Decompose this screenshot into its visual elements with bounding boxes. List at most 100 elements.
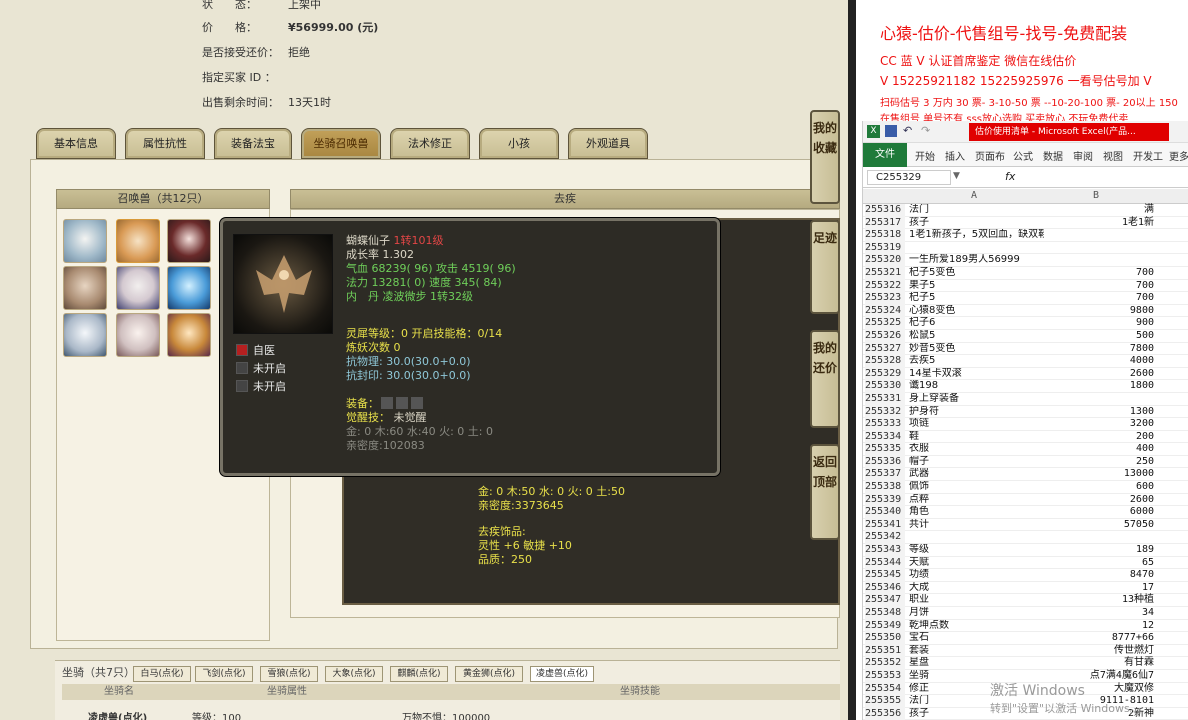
cell-a[interactable]: 谶198: [909, 380, 1044, 393]
sheet-row[interactable]: 255320 一生所爱189男人56999: [863, 254, 1188, 267]
cell-a[interactable]: 月饼: [909, 607, 1044, 620]
fx-icon[interactable]: fx: [1005, 170, 1015, 183]
sheet-row[interactable]: 255337 武器 13000: [863, 468, 1188, 482]
sheet-row[interactable]: 255344 天赋 65: [863, 556, 1188, 570]
tab-spells[interactable]: 法术修正: [390, 128, 470, 159]
sheet-row[interactable]: 255326 松鼠5 500: [863, 329, 1188, 343]
cell-b[interactable]: 57050: [1044, 519, 1154, 532]
cell-b[interactable]: 700: [1044, 267, 1154, 280]
sheet-row[interactable]: 255346 大成 17: [863, 581, 1188, 595]
menu-data[interactable]: 数据: [1043, 148, 1063, 163]
cell-a[interactable]: 心猿8变色: [909, 305, 1044, 318]
sheet-row[interactable]: 255350 宝石 8777+66: [863, 632, 1188, 645]
mount-tab[interactable]: 飞剑(点化): [195, 666, 253, 682]
sheet-row[interactable]: 255317 孩子 1老1新: [863, 216, 1188, 230]
sheet-row[interactable]: 255329 14星卡双滚 2600: [863, 367, 1188, 381]
cell-b[interactable]: 250: [1044, 456, 1154, 469]
cell-b[interactable]: 65: [1044, 557, 1154, 570]
cell-a[interactable]: 衣服: [909, 443, 1044, 456]
sheet-row[interactable]: 255338 佩饰 600: [863, 481, 1188, 494]
menu-formula[interactable]: 公式: [1013, 148, 1033, 163]
mount-tab[interactable]: 黄金狮(点化): [455, 666, 523, 682]
mount-tab-active[interactable]: 凌虚兽(点化): [530, 666, 594, 682]
cell-b[interactable]: 8470: [1044, 569, 1154, 582]
sheet-row[interactable]: 255316 法门满: [863, 204, 1188, 217]
tab-basic-info[interactable]: 基本信息: [36, 128, 116, 159]
cell-a[interactable]: 一生所爱189男人56999: [909, 254, 1044, 267]
cell-a[interactable]: 杞子5变色: [909, 267, 1044, 280]
cell-b[interactable]: 1老1新: [1044, 217, 1154, 230]
sheet-row[interactable]: 255339 点粹 2600: [863, 493, 1188, 507]
tab-equipment[interactable]: 装备法宝: [214, 128, 292, 159]
sheet-row[interactable]: 255334 鞋 200: [863, 430, 1188, 444]
cell-a[interactable]: 松鼠5: [909, 330, 1044, 343]
my-favorites-button[interactable]: 我的收藏: [810, 110, 840, 204]
tab-mounts-summons[interactable]: 坐骑召唤兽: [301, 128, 381, 159]
my-bargain-button[interactable]: 我的还价: [810, 330, 840, 428]
cell-a[interactable]: 杞子6: [909, 317, 1044, 330]
cell-a[interactable]: 佩饰: [909, 481, 1044, 494]
pet-avatar[interactable]: [167, 313, 211, 357]
mount-tab[interactable]: 大象(点化): [325, 666, 383, 682]
sheet-row[interactable]: 255343 等级 189: [863, 544, 1188, 557]
cell-a[interactable]: 护身符: [909, 406, 1044, 419]
mount-tab[interactable]: 麒麟(点化): [390, 666, 448, 682]
sheet-grid[interactable]: A B 255316 法门满 255317 孩子 1老1新 255318 1老1新孩子，5双…: [863, 189, 1188, 720]
cell-b[interactable]: 满: [1044, 204, 1154, 217]
cell-b[interactable]: 1300: [1044, 406, 1154, 419]
cell-a[interactable]: 宝石: [909, 632, 1044, 645]
cell-b[interactable]: 600: [1044, 481, 1154, 494]
cell-b[interactable]: 200: [1044, 431, 1154, 444]
pet-avatar-selected[interactable]: [167, 219, 211, 263]
cell-b[interactable]: 2600: [1044, 368, 1154, 381]
undo-icon[interactable]: ↶: [903, 124, 912, 137]
sheet-row[interactable]: 255332 护身符 1300: [863, 405, 1188, 419]
cell-b[interactable]: 500: [1044, 330, 1154, 343]
sheet-row[interactable]: 255340 角色 6000: [863, 506, 1188, 519]
sheet-row[interactable]: 255351 套装 传世燃灯: [863, 644, 1188, 658]
menu-developer[interactable]: 开发工: [1133, 148, 1163, 163]
cell-b[interactable]: 700: [1044, 280, 1154, 293]
sheet-row[interactable]: 255352 星盘 有甘霖: [863, 657, 1188, 670]
cell-b[interactable]: 400: [1044, 443, 1154, 456]
cell-a[interactable]: 点粹: [909, 494, 1044, 507]
cell-a[interactable]: 职业: [909, 594, 1044, 607]
chevron-down-icon[interactable]: ▼: [953, 171, 960, 181]
cell-a[interactable]: 角色: [909, 506, 1044, 519]
cell-b[interactable]: 17: [1044, 582, 1154, 595]
pet-avatar[interactable]: [167, 266, 211, 310]
sheet-row[interactable]: 255335 衣服 400: [863, 443, 1188, 456]
cell-b[interactable]: 4000: [1044, 355, 1154, 368]
cell-b[interactable]: 13000: [1044, 468, 1154, 481]
cell-a[interactable]: 套装: [909, 645, 1044, 658]
cell-a[interactable]: 共计: [909, 519, 1044, 532]
cell-b[interactable]: 传世燃灯: [1044, 645, 1154, 658]
sheet-row[interactable]: 255342: [863, 531, 1188, 545]
tab-child[interactable]: 小孩: [479, 128, 559, 159]
menu-home[interactable]: 开始: [915, 148, 935, 163]
menu-insert[interactable]: 插入: [945, 148, 965, 163]
sheet-row[interactable]: 255347 职业 13种植: [863, 594, 1188, 607]
cell-b[interactable]: 189: [1044, 544, 1154, 557]
pet-avatar[interactable]: [116, 219, 160, 263]
footprint-button[interactable]: 足迹: [810, 220, 840, 314]
sheet-row[interactable]: 255328 去疾5 4000: [863, 355, 1188, 368]
cell-a[interactable]: 武器: [909, 468, 1044, 481]
sheet-row[interactable]: 255319: [863, 241, 1188, 255]
cell-a[interactable]: 1老1新孩子，5双回血，缺双鞋，装备宝宝齐全: [909, 229, 1044, 242]
cell-b[interactable]: 9800: [1044, 305, 1154, 318]
menu-layout[interactable]: 页面布: [975, 148, 1005, 163]
menu-file[interactable]: 文件: [863, 143, 907, 167]
cell-b[interactable]: 34: [1044, 607, 1154, 620]
sheet-row[interactable]: 255333 项链 3200: [863, 418, 1188, 431]
cell-a[interactable]: 大成: [909, 582, 1044, 595]
cell-b[interactable]: 12: [1044, 620, 1154, 633]
cell-a[interactable]: 星盘: [909, 657, 1044, 670]
pet-avatar[interactable]: [63, 266, 107, 310]
cell-b[interactable]: 3200: [1044, 418, 1154, 431]
column-b-header[interactable]: B: [1093, 190, 1099, 201]
mount-tab[interactable]: 白马(点化): [133, 666, 191, 682]
cell-a[interactable]: 法门: [909, 204, 1044, 217]
pet-avatar[interactable]: [116, 313, 160, 357]
back-to-top-button[interactable]: 返回顶部: [810, 444, 840, 540]
